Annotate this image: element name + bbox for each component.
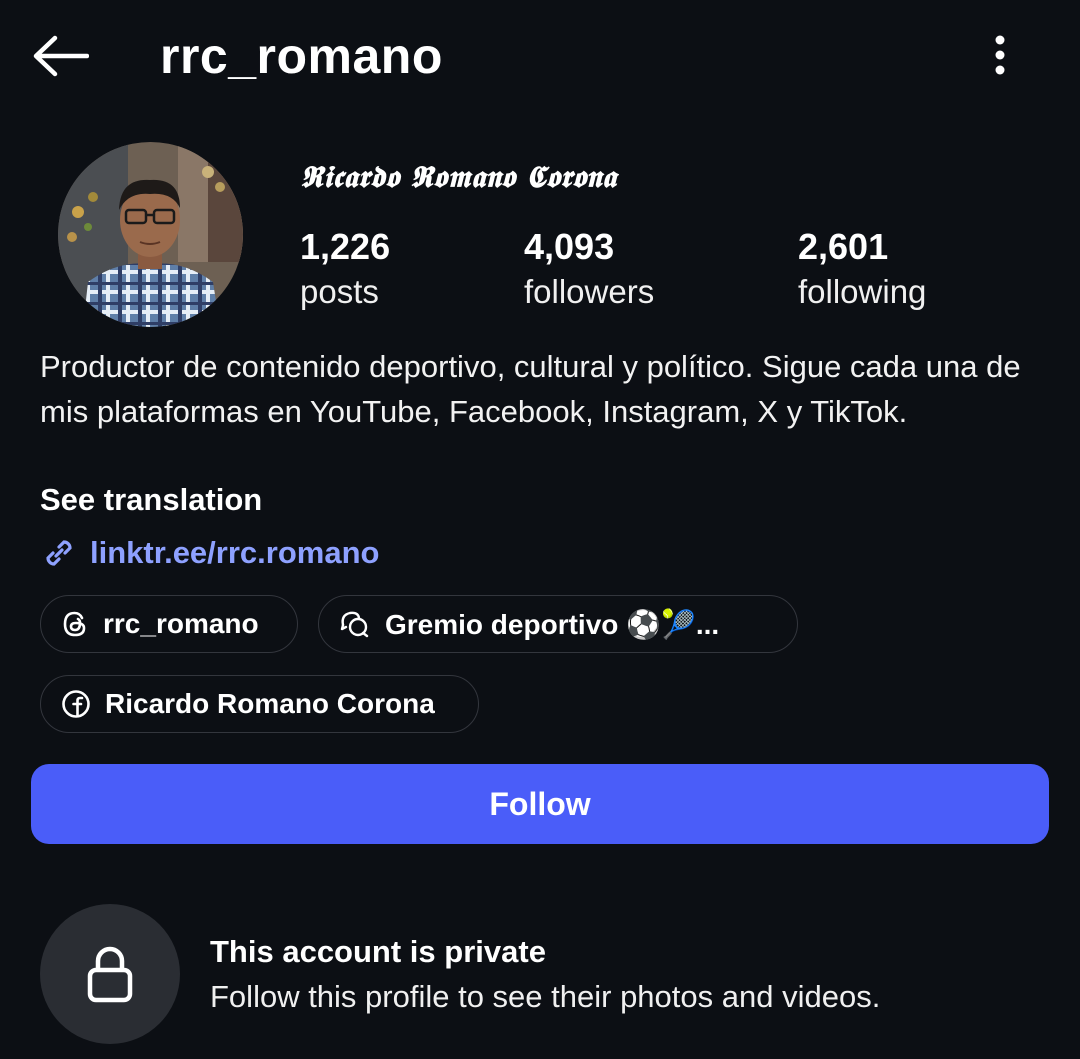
back-button[interactable] [28, 28, 92, 84]
following-label: following [798, 273, 927, 310]
more-vertical-icon [995, 35, 1005, 75]
more-options-button[interactable] [978, 30, 1022, 80]
profile-link[interactable]: linktr.ee/rrc.romano [40, 530, 379, 576]
gremio-chip-label: Gremio deportivo ⚽🎾... [385, 608, 720, 640]
bio-text: Productor de contenido deportivo, cultur… [40, 349, 1021, 429]
posts-count: 1,226 [300, 226, 391, 267]
followers-count: 4,093 [524, 226, 615, 267]
profile-link-text: linktr.ee/rrc.romano [90, 535, 380, 570]
facebook-icon [62, 690, 90, 718]
private-account-subtitle: Follow this profile to see their photos … [210, 979, 881, 1014]
facebook-chip-label: Ricardo Romano Corona [105, 688, 435, 719]
private-account-title: This account is private [210, 934, 546, 969]
page-title: rrc_romano [160, 28, 443, 84]
threads-chip-label: rrc_romano [103, 608, 259, 639]
follow-button[interactable]: Follow [31, 764, 1049, 844]
avatar[interactable] [58, 142, 243, 327]
lock-icon [87, 946, 133, 1003]
back-arrow-icon [33, 35, 89, 77]
gremio-chip[interactable]: Gremio deportivo ⚽🎾... [318, 595, 798, 653]
chat-bubbles-icon [340, 611, 369, 638]
following-count: 2,601 [798, 226, 889, 267]
display-name: 𝕽𝖎𝖈𝖆𝖗𝖉𝖔 𝕽𝖔𝖒𝖆𝖓𝖔 𝕮𝖔𝖗𝖔𝖓𝖆 [300, 160, 617, 195]
see-translation-link[interactable]: See translation [40, 478, 262, 522]
following-stat[interactable]: 2,601 following [798, 226, 926, 316]
profile-photo [58, 142, 243, 327]
threads-icon [63, 611, 86, 637]
posts-label: posts [300, 273, 379, 310]
threads-chip[interactable]: rrc_romano [40, 595, 298, 653]
private-lock-badge [40, 904, 180, 1044]
follow-button-label: Follow [489, 785, 591, 822]
followers-stat[interactable]: 4,093 followers [524, 226, 654, 316]
posts-stat[interactable]: 1,226 posts [300, 226, 390, 316]
followers-label: followers [524, 273, 655, 310]
link-icon [46, 540, 72, 566]
facebook-chip[interactable]: Ricardo Romano Corona [40, 675, 479, 733]
